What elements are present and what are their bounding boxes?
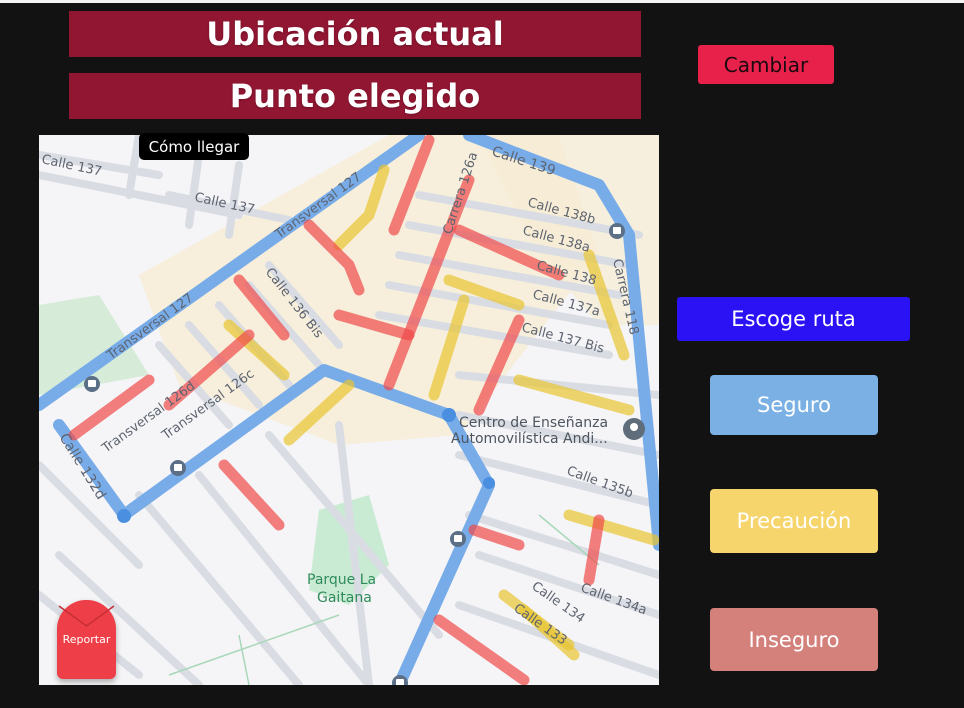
street-label: Calle 134a [579,581,649,619]
choose-route-button[interactable]: Escoge ruta [677,297,910,341]
map-pin-icon[interactable] [623,418,645,440]
top-border [0,0,964,3]
bus-stop-icon[interactable] [450,531,466,547]
change-button[interactable]: Cambiar [698,45,834,84]
bus-stop-icon[interactable] [84,376,100,392]
directions-tooltip: Cómo llegar [139,133,249,160]
safe-route-button[interactable]: Seguro [710,375,878,435]
current-location-field[interactable]: Ubicación actual [69,11,641,57]
chosen-point-field[interactable]: Punto elegido [69,73,641,119]
poi-label: Automovilística Andi... [451,431,608,447]
caution-route-button[interactable]: Precaución [710,489,878,553]
park-label: Parque La [307,572,376,588]
poi-label: Centro de Enseñanza [459,415,608,431]
mail-icon [58,605,115,627]
unsafe-route-button[interactable]: Inseguro [710,608,878,671]
report-button[interactable]: Reportar [57,600,116,679]
bus-stop-icon[interactable] [170,460,186,476]
map-canvas: Calle 137 Calle 137 Calle 139 Transversa… [39,135,659,685]
park-label: Gaitana [317,590,372,606]
map-view[interactable]: Calle 137 Calle 137 Calle 139 Transversa… [39,135,659,685]
bus-stop-icon[interactable] [609,223,625,239]
report-label: Reportar [62,633,111,646]
